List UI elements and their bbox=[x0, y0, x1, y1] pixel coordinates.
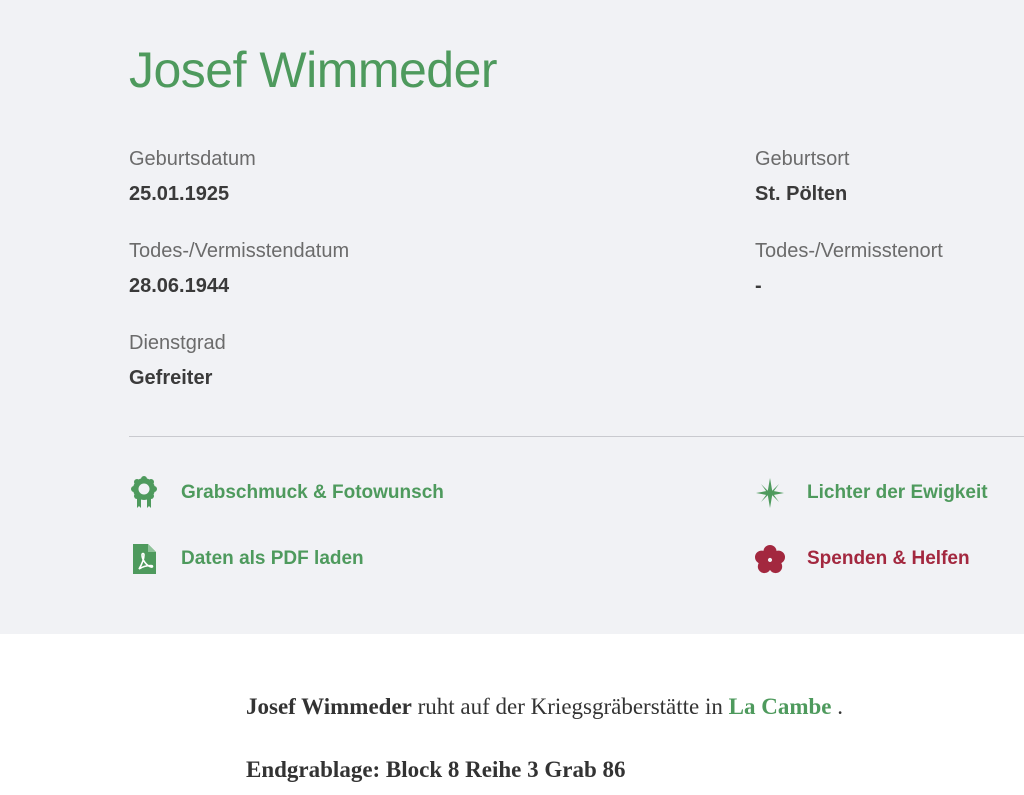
birth-date-field: Geburtsdatum 25.01.1925 bbox=[129, 147, 256, 206]
pdf-download-link[interactable]: Daten als PDF laden bbox=[129, 542, 364, 576]
divider bbox=[129, 436, 1024, 437]
sparkle-star-icon bbox=[755, 476, 785, 510]
grave-decoration-link[interactable]: Grabschmuck & Fotowunsch bbox=[129, 476, 444, 510]
donate-link[interactable]: Spenden & Helfen bbox=[755, 542, 970, 576]
death-date-value: 28.06.1944 bbox=[129, 275, 230, 297]
eternal-lights-link[interactable]: Lichter der Ewigkeit bbox=[755, 476, 988, 510]
burial-section: Josef Wimmeder ruht auf der Kriegsgräber… bbox=[246, 690, 1006, 787]
grave-location: Endgrablage: Block 8 Reihe 3 Grab 86 bbox=[246, 757, 626, 782]
burial-period: . bbox=[837, 694, 844, 719]
death-date-field: Todes-/Vermisstendatum 28.06.1944 bbox=[129, 239, 349, 298]
burial-text: ruht auf der Kriegsgräberstätte in bbox=[417, 694, 723, 719]
rosette-icon bbox=[129, 476, 159, 510]
burial-sentence: Josef Wimmeder ruht auf der Kriegsgräber… bbox=[246, 690, 1006, 724]
birth-place-value: St. Pölten bbox=[755, 183, 848, 205]
death-place-field: Todes-/Vermisstenort - bbox=[755, 239, 943, 298]
donate-label: Spenden & Helfen bbox=[807, 548, 970, 569]
birth-date-label: Geburtsdatum bbox=[129, 148, 256, 170]
person-info-panel: Josef Wimmeder Geburtsdatum 25.01.1925 G… bbox=[0, 0, 1024, 634]
rank-value: Gefreiter bbox=[129, 367, 213, 389]
death-place-value: - bbox=[755, 275, 762, 297]
rank-label: Dienstgrad bbox=[129, 332, 226, 354]
cemetery-link[interactable]: La Cambe bbox=[729, 694, 832, 719]
burial-person-name: Josef Wimmeder bbox=[246, 694, 412, 719]
death-place-label: Todes-/Vermisstenort bbox=[755, 240, 943, 262]
person-name: Josef Wimmeder bbox=[129, 42, 498, 98]
pdf-download-label: Daten als PDF laden bbox=[181, 548, 364, 569]
death-date-label: Todes-/Vermisstendatum bbox=[129, 240, 350, 262]
birth-place-label: Geburtsort bbox=[755, 148, 850, 170]
eternal-lights-label: Lichter der Ewigkeit bbox=[807, 482, 988, 503]
pdf-file-icon bbox=[129, 542, 159, 576]
birth-date-value: 25.01.1925 bbox=[129, 183, 230, 205]
rank-field: Dienstgrad Gefreiter bbox=[129, 331, 226, 390]
grave-decoration-label: Grabschmuck & Fotowunsch bbox=[181, 482, 444, 503]
birth-place-field: Geburtsort St. Pölten bbox=[755, 147, 849, 206]
flower-icon bbox=[755, 542, 785, 576]
